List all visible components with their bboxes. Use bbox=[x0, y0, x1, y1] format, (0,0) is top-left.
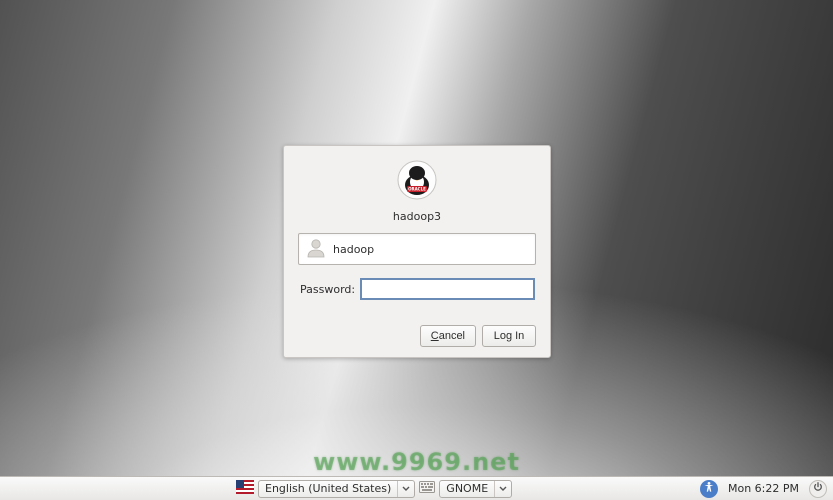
watermark-text: www.9969.net bbox=[0, 448, 833, 476]
language-selector[interactable]: English (United States) bbox=[258, 480, 415, 498]
chevron-down-icon bbox=[494, 481, 511, 497]
cancel-button[interactable]: Cancel bbox=[420, 325, 476, 347]
session-selector[interactable]: GNOME bbox=[439, 480, 512, 498]
svg-text:ORACLE: ORACLE bbox=[408, 187, 426, 192]
user-avatar-icon bbox=[305, 236, 327, 262]
password-input[interactable] bbox=[361, 279, 534, 299]
accessibility-icon bbox=[703, 481, 715, 496]
flag-us-icon bbox=[236, 480, 254, 497]
clock-label: Mon 6:22 PM bbox=[728, 482, 799, 495]
power-icon bbox=[813, 482, 823, 495]
password-row: Password: bbox=[298, 279, 536, 299]
bottom-panel: English (United States) GNOME bbox=[0, 476, 833, 500]
selected-user-row[interactable]: hadoop bbox=[298, 233, 536, 265]
keyboard-icon bbox=[419, 481, 435, 496]
accessibility-button[interactable] bbox=[700, 480, 718, 498]
button-row: Cancel Log In bbox=[298, 325, 536, 347]
password-label: Password: bbox=[300, 283, 355, 296]
language-selector-label: English (United States) bbox=[259, 482, 397, 495]
distro-logo: ORACLE bbox=[298, 160, 536, 204]
selected-user-name: hadoop bbox=[333, 243, 374, 256]
panel-tray: Mon 6:22 PM bbox=[700, 480, 827, 498]
chevron-down-icon bbox=[397, 481, 414, 497]
login-button[interactable]: Log In bbox=[482, 325, 536, 347]
session-selector-label: GNOME bbox=[440, 482, 494, 495]
login-panel: ORACLE hadoop3 hadoop Password: Cancel L… bbox=[283, 145, 551, 358]
hostname-label: hadoop3 bbox=[298, 210, 536, 223]
panel-left-group: English (United States) GNOME bbox=[236, 480, 512, 498]
power-button[interactable] bbox=[809, 480, 827, 498]
